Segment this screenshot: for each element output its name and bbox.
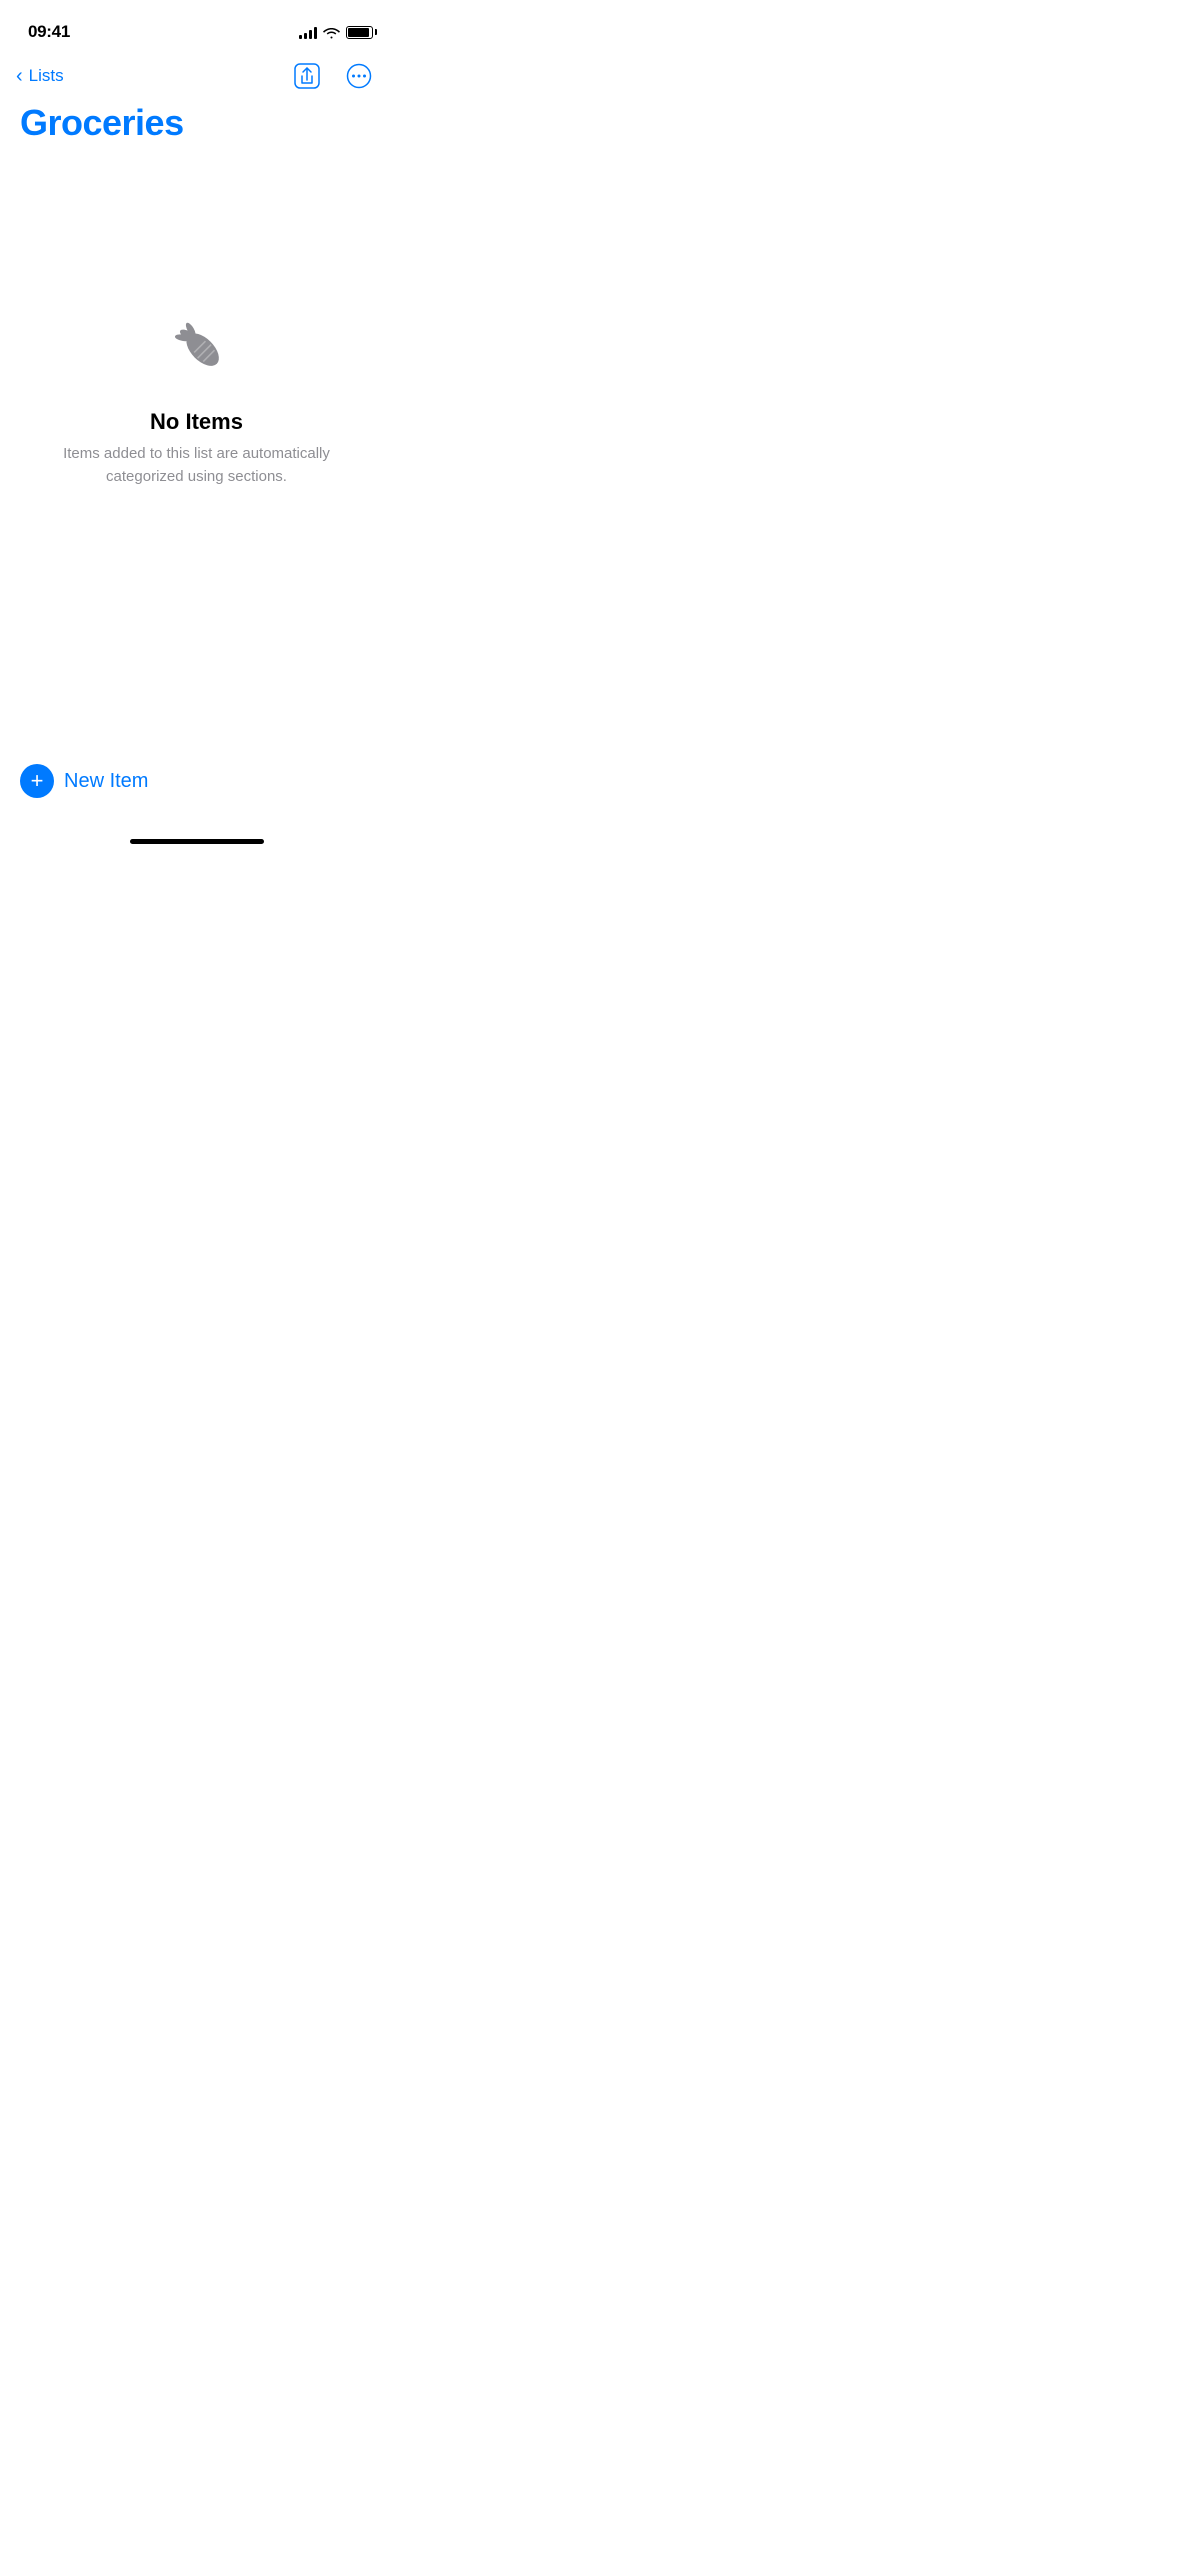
new-item-button[interactable]: + New Item: [20, 760, 148, 802]
back-label: Lists: [29, 66, 64, 86]
status-icons: [299, 26, 373, 39]
more-button[interactable]: [341, 58, 377, 94]
wifi-icon: [323, 26, 340, 39]
page-title: Groceries: [20, 102, 373, 144]
back-chevron-icon: ‹: [16, 66, 23, 86]
signal-bar-4: [314, 27, 317, 39]
status-bar: 09:41: [0, 0, 393, 50]
nav-actions: [289, 58, 377, 94]
signal-bar-2: [304, 33, 307, 39]
home-indicator: [130, 839, 264, 844]
page-title-container: Groceries: [0, 98, 393, 164]
signal-bar-3: [309, 30, 312, 39]
signal-bar-1: [299, 35, 302, 39]
signal-bars-icon: [299, 26, 317, 39]
nav-bar: ‹ Lists: [0, 50, 393, 98]
empty-state: No Items Items added to this list are au…: [0, 244, 393, 548]
share-button[interactable]: [289, 58, 325, 94]
plus-circle-icon: +: [20, 764, 54, 798]
battery-icon: [346, 26, 373, 39]
more-icon: [346, 63, 372, 89]
back-button[interactable]: ‹ Lists: [16, 62, 64, 90]
empty-state-description: Items added to this list are automatical…: [40, 443, 353, 488]
status-time: 09:41: [28, 22, 70, 42]
empty-state-title: No Items: [150, 409, 243, 435]
battery-fill: [348, 28, 369, 37]
new-item-label: New Item: [64, 770, 148, 793]
carrot-icon: [157, 304, 237, 384]
empty-state-icon: [157, 304, 237, 389]
plus-symbol: +: [31, 770, 44, 792]
bottom-toolbar: + New Item: [0, 760, 393, 822]
share-icon: [294, 63, 320, 89]
